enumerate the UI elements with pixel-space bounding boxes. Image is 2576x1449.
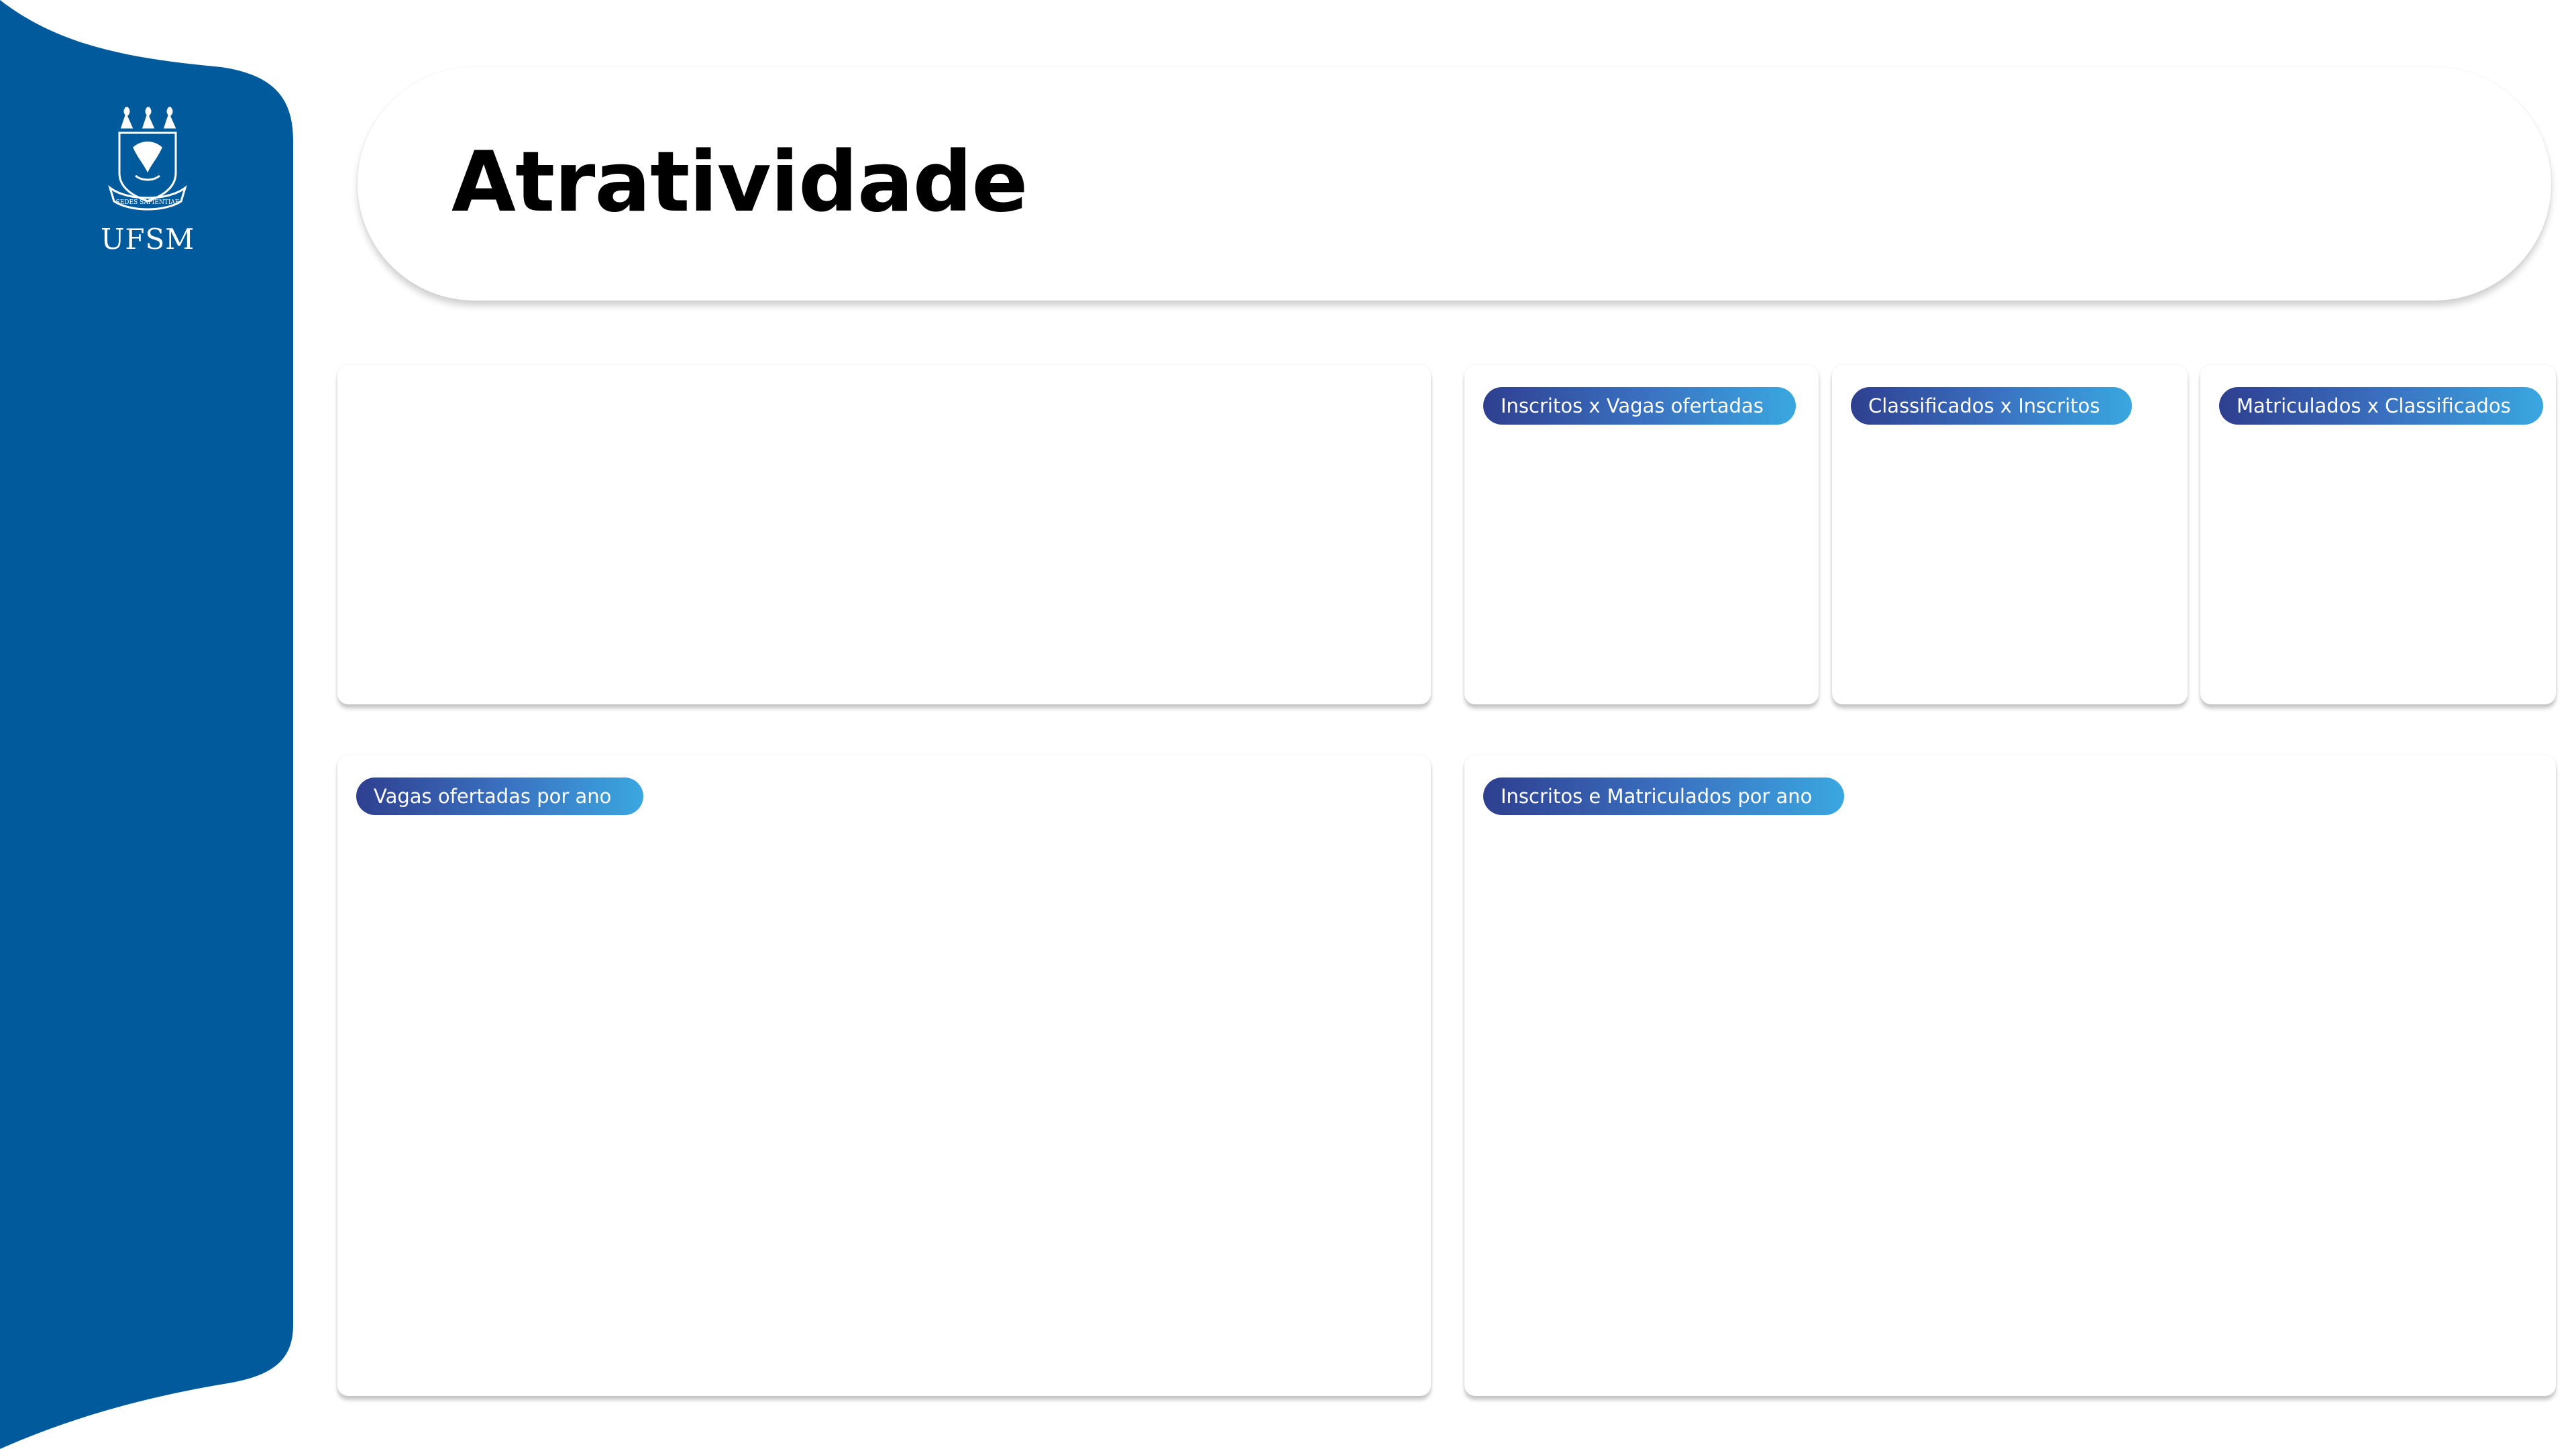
card-title-chip: Matriculados x Classificados xyxy=(2219,387,2543,425)
card-title-chip: Classificados x Inscritos xyxy=(1851,387,2133,425)
logo-text: UFSM xyxy=(101,223,195,256)
sidebar: SEDES SAPIENTIAE UFSM xyxy=(0,0,302,1449)
inscritos-matriculados-por-ano-card: Inscritos e Matriculados por ano xyxy=(1464,755,2556,1396)
ufsm-crest-icon: SEDES SAPIENTIAE xyxy=(108,106,187,211)
ratio-card-classificados-inscritos: Classificados x Inscritos xyxy=(1832,365,2188,704)
ufsm-logo: SEDES SAPIENTIAE UFSM xyxy=(101,101,195,262)
ratio-card-matriculados-classificados: Matriculados x Classificados xyxy=(2200,365,2556,704)
card-title-chip: Vagas ofertadas por ano xyxy=(356,777,644,815)
vagas-por-ano-card: Vagas ofertadas por ano xyxy=(337,755,1431,1396)
ratio-card-inscritos-vagas: Inscritos x Vagas ofertadas xyxy=(1464,365,1819,704)
header-panel: Atratividade xyxy=(358,67,2551,301)
card-title-chip: Inscritos e Matriculados por ano xyxy=(1483,777,1845,815)
page-title: Atratividade xyxy=(451,134,1028,231)
card-title-chip: Inscritos x Vagas ofertadas xyxy=(1483,387,1796,425)
dashboard-page: SEDES SAPIENTIAE UFSM Atratividade Inscr… xyxy=(0,0,2576,1449)
main-top-card xyxy=(337,365,1431,704)
logo-motto: SEDES SAPIENTIAE xyxy=(116,199,180,206)
